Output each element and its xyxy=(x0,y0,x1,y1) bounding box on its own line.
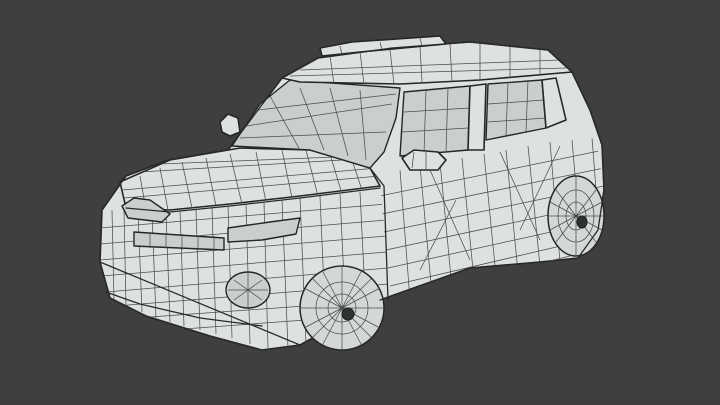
b-pillar xyxy=(467,83,487,151)
side-mirror xyxy=(401,149,447,171)
front-side-window xyxy=(399,85,471,157)
front-wheel-hub xyxy=(341,307,355,321)
viewport-3d[interactable] xyxy=(0,0,720,405)
car-wireframe-mesh xyxy=(99,35,605,351)
rear-wheel-hub xyxy=(576,215,588,229)
far-side-mirror xyxy=(219,113,241,137)
